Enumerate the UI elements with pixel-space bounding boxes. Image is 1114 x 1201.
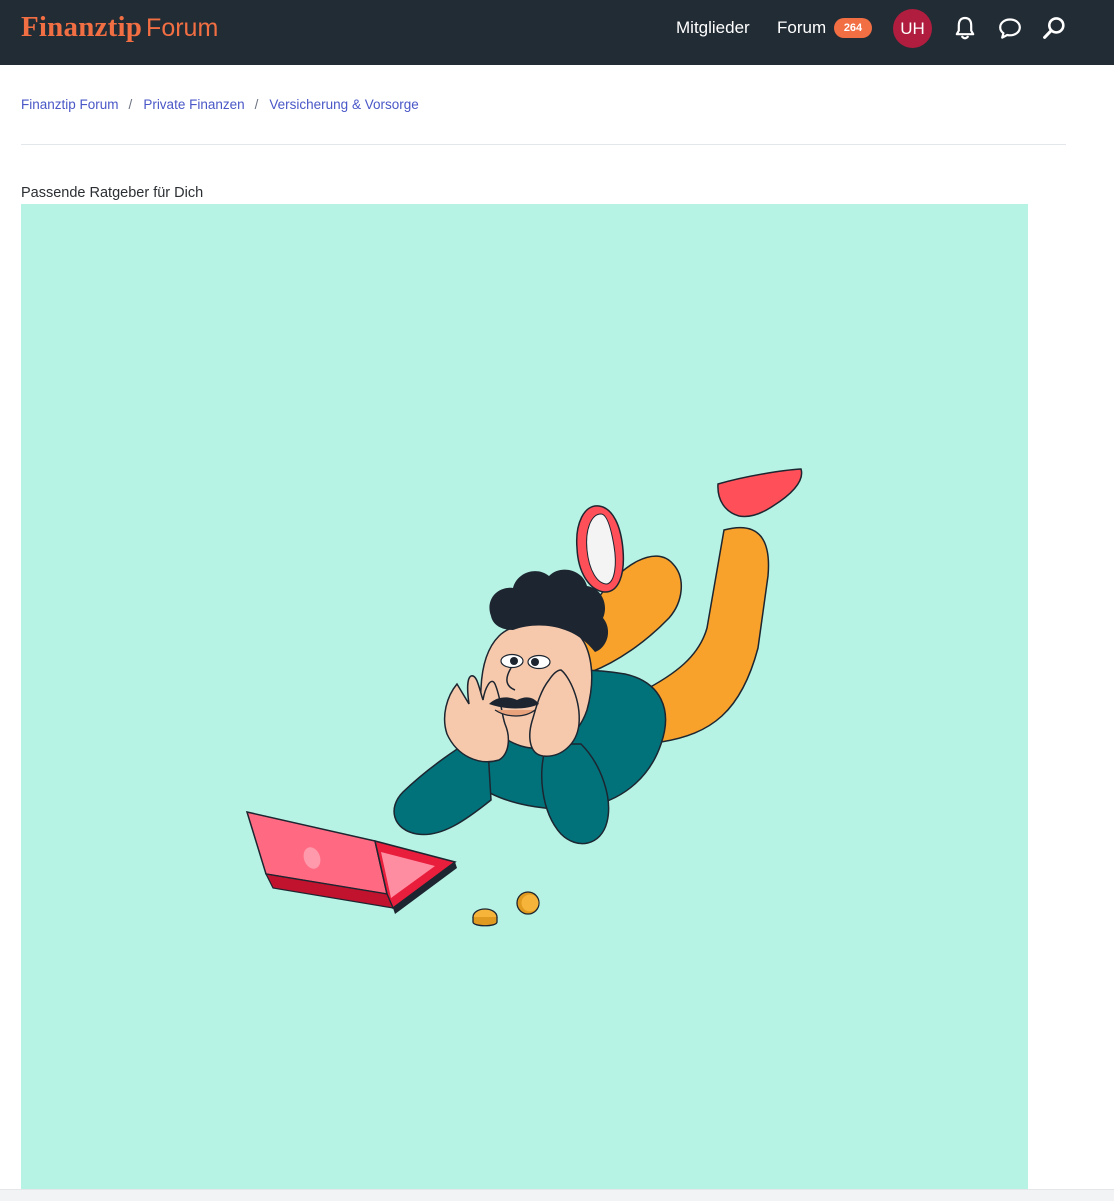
logo-forum-text: Forum (146, 14, 219, 42)
search-icon[interactable] (1040, 13, 1068, 43)
page-bottom-strip (0, 1189, 1114, 1201)
breadcrumb-separator: / (128, 97, 133, 112)
bell-icon[interactable] (951, 13, 979, 43)
illustration-man-with-laptop (245, 468, 803, 927)
header-divider (21, 144, 1066, 145)
nav-forum-link[interactable]: Forum (777, 17, 826, 39)
top-navigation-bar: Finanztip Forum Mitglieder Forum 264 UH (0, 0, 1114, 65)
breadcrumb-link-forum-home[interactable]: Finanztip Forum (21, 97, 119, 112)
breadcrumb-link-insurance-provision[interactable]: Versicherung & Vorsorge (269, 97, 418, 112)
forum-unread-badge: 264 (834, 18, 872, 38)
user-avatar[interactable]: UH (893, 9, 932, 48)
chat-bubble-icon[interactable] (996, 13, 1024, 43)
logo-brand-text: Finanztip (21, 11, 143, 43)
guide-teaser-illustration[interactable] (21, 204, 1028, 1189)
guides-section-title: Passende Ratgeber für Dich (21, 185, 204, 201)
breadcrumb: Finanztip Forum / Private Finanzen / Versich… (21, 96, 419, 114)
breadcrumb-separator: / (254, 97, 259, 112)
nav-members-link[interactable]: Mitglieder (676, 17, 750, 39)
breadcrumb-link-private-finances[interactable]: Private Finanzen (143, 97, 244, 112)
site-logo[interactable]: Finanztip Forum (21, 9, 218, 50)
